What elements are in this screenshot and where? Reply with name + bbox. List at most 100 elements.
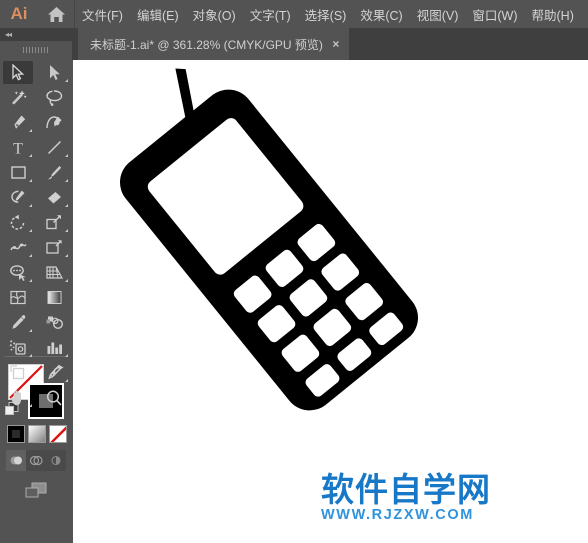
- tool-expand-corner: [29, 279, 32, 282]
- watermark-title: 软件自学网: [321, 470, 491, 509]
- ai-logo: Ai: [10, 4, 28, 23]
- hand-icon: [9, 389, 27, 407]
- tool-expand-corner: [29, 154, 32, 157]
- curvature-pen-icon: [45, 114, 64, 131]
- shape-builder-tool[interactable]: [0, 260, 36, 285]
- rectangle-tool[interactable]: [0, 160, 36, 185]
- draw-behind-button[interactable]: [26, 450, 46, 471]
- eyedropper-tool[interactable]: [0, 310, 36, 335]
- curvature-tool[interactable]: [36, 110, 72, 135]
- tool-expand-corner: [65, 354, 68, 357]
- free-transform-tool[interactable]: [36, 235, 72, 260]
- shaper-icon: [9, 189, 27, 206]
- watermark: 软件自学网 WWW.RJZXW.COM: [321, 473, 521, 523]
- selection-tool[interactable]: [0, 60, 36, 85]
- change-screen-mode-button[interactable]: [0, 476, 72, 506]
- pen-tool[interactable]: [0, 110, 36, 135]
- eyedropper-icon: [10, 314, 27, 331]
- rotate-arrow-icon: [9, 214, 27, 231]
- toolbar-separator: [4, 356, 68, 357]
- eraser-tool[interactable]: [36, 185, 72, 210]
- toolbar-grip-handle[interactable]: [0, 41, 72, 58]
- menu-bar: Ai 文件(F) 编辑(E) 对象(O) 文字(T) 选择(S) 效果(C) 视…: [0, 0, 588, 28]
- direct-selection-tool[interactable]: [36, 60, 72, 85]
- magnifier-icon: [45, 389, 63, 407]
- menu-effect[interactable]: 效果(C): [353, 0, 409, 28]
- direct-selection-arrow-icon: [48, 64, 61, 81]
- tool-expand-corner: [29, 179, 32, 182]
- color-button[interactable]: [7, 425, 25, 443]
- tool-expand-corner: [65, 279, 68, 282]
- tool-expand-corner: [29, 204, 32, 207]
- menu-object[interactable]: 对象(O): [186, 0, 243, 28]
- tool-expand-corner: [29, 254, 32, 257]
- perspective-grid-tool[interactable]: [36, 260, 72, 285]
- eraser-icon: [45, 190, 63, 206]
- mesh-tool[interactable]: [0, 285, 36, 310]
- close-icon[interactable]: ×: [323, 28, 349, 60]
- svg-text:T: T: [13, 141, 23, 157]
- tool-expand-corner: [29, 354, 32, 357]
- width-tool[interactable]: [0, 235, 36, 260]
- tool-expand-corner: [65, 79, 68, 82]
- rectangle-icon: [10, 165, 27, 180]
- grip-dots-icon[interactable]: [23, 46, 49, 53]
- gradient-tool[interactable]: [36, 285, 72, 310]
- watermark-url: WWW.RJZXW.COM: [321, 507, 474, 523]
- pen-nib-icon: [10, 114, 27, 131]
- draw-inside-button[interactable]: [46, 450, 66, 471]
- tools-panel: T: [0, 58, 72, 543]
- symbol-sprayer-icon: [9, 339, 28, 356]
- artboard-icon: [9, 364, 27, 381]
- line-segment-tool[interactable]: [36, 135, 72, 160]
- menu-window[interactable]: 窗口(W): [465, 0, 524, 28]
- menu-edit[interactable]: 编辑(E): [130, 0, 186, 28]
- magic-wand-tool[interactable]: [0, 85, 36, 110]
- line-diagonal-icon: [46, 139, 63, 156]
- menu-select[interactable]: 选择(S): [298, 0, 354, 28]
- type-tool[interactable]: T: [0, 135, 36, 160]
- menu-help[interactable]: 帮助(H): [525, 0, 581, 28]
- shaper-tool[interactable]: [0, 185, 36, 210]
- tool-expand-corner: [29, 229, 32, 232]
- blend-tool[interactable]: [36, 310, 72, 335]
- tool-expand-corner: [29, 129, 32, 132]
- draw-normal-button[interactable]: [6, 450, 26, 471]
- blend-icon: [45, 314, 64, 331]
- lasso-icon: [45, 89, 63, 106]
- scale-icon: [45, 214, 63, 231]
- bar-chart-icon: [45, 340, 63, 356]
- tool-expand-corner: [65, 204, 68, 207]
- tool-expand-corner: [65, 179, 68, 182]
- scale-tool[interactable]: [36, 210, 72, 235]
- home-icon[interactable]: [38, 0, 74, 28]
- tool-expand-corner: [65, 154, 68, 157]
- gradient-icon: [46, 290, 63, 305]
- menu-view[interactable]: 视图(V): [410, 0, 466, 28]
- home-glyph: [47, 6, 65, 22]
- shape-builder-icon: [9, 264, 28, 281]
- draw-mode-buttons: [6, 450, 66, 471]
- none-button[interactable]: [49, 425, 67, 443]
- collapse-chevron-icon[interactable]: ◂◂: [5, 30, 12, 39]
- lasso-tool[interactable]: [36, 85, 72, 110]
- selection-arrow-icon: [11, 64, 26, 81]
- screen-mode-icon: [25, 482, 47, 498]
- perspective-grid-icon: [45, 264, 64, 281]
- menu-file[interactable]: 文件(F): [75, 0, 130, 28]
- illustrator-window: Ai 文件(F) 编辑(E) 对象(O) 文字(T) 选择(S) 效果(C) 视…: [0, 0, 588, 543]
- document-tab-title: 未标题-1.ai* @ 361.28% (CMYK/GPU 预览): [90, 37, 323, 52]
- artboard-canvas[interactable]: 软件自学网 WWW.RJZXW.COM: [73, 60, 588, 543]
- tool-expand-corner: [65, 229, 68, 232]
- tool-grid: T: [0, 58, 72, 410]
- magic-wand-icon: [9, 89, 27, 106]
- document-tab[interactable]: 未标题-1.ai* @ 361.28% (CMYK/GPU 预览) ×: [78, 28, 349, 60]
- panel-collapse-bar[interactable]: ◂◂: [0, 28, 72, 41]
- tool-expand-corner: [29, 404, 32, 407]
- paintbrush-tool[interactable]: [36, 160, 72, 185]
- gradient-button[interactable]: [28, 425, 46, 443]
- type-t-icon: T: [10, 139, 26, 157]
- menu-type[interactable]: 文字(T): [243, 0, 298, 28]
- rotate-tool[interactable]: [0, 210, 36, 235]
- document-tab-bar: 未标题-1.ai* @ 361.28% (CMYK/GPU 预览) ×: [72, 28, 588, 60]
